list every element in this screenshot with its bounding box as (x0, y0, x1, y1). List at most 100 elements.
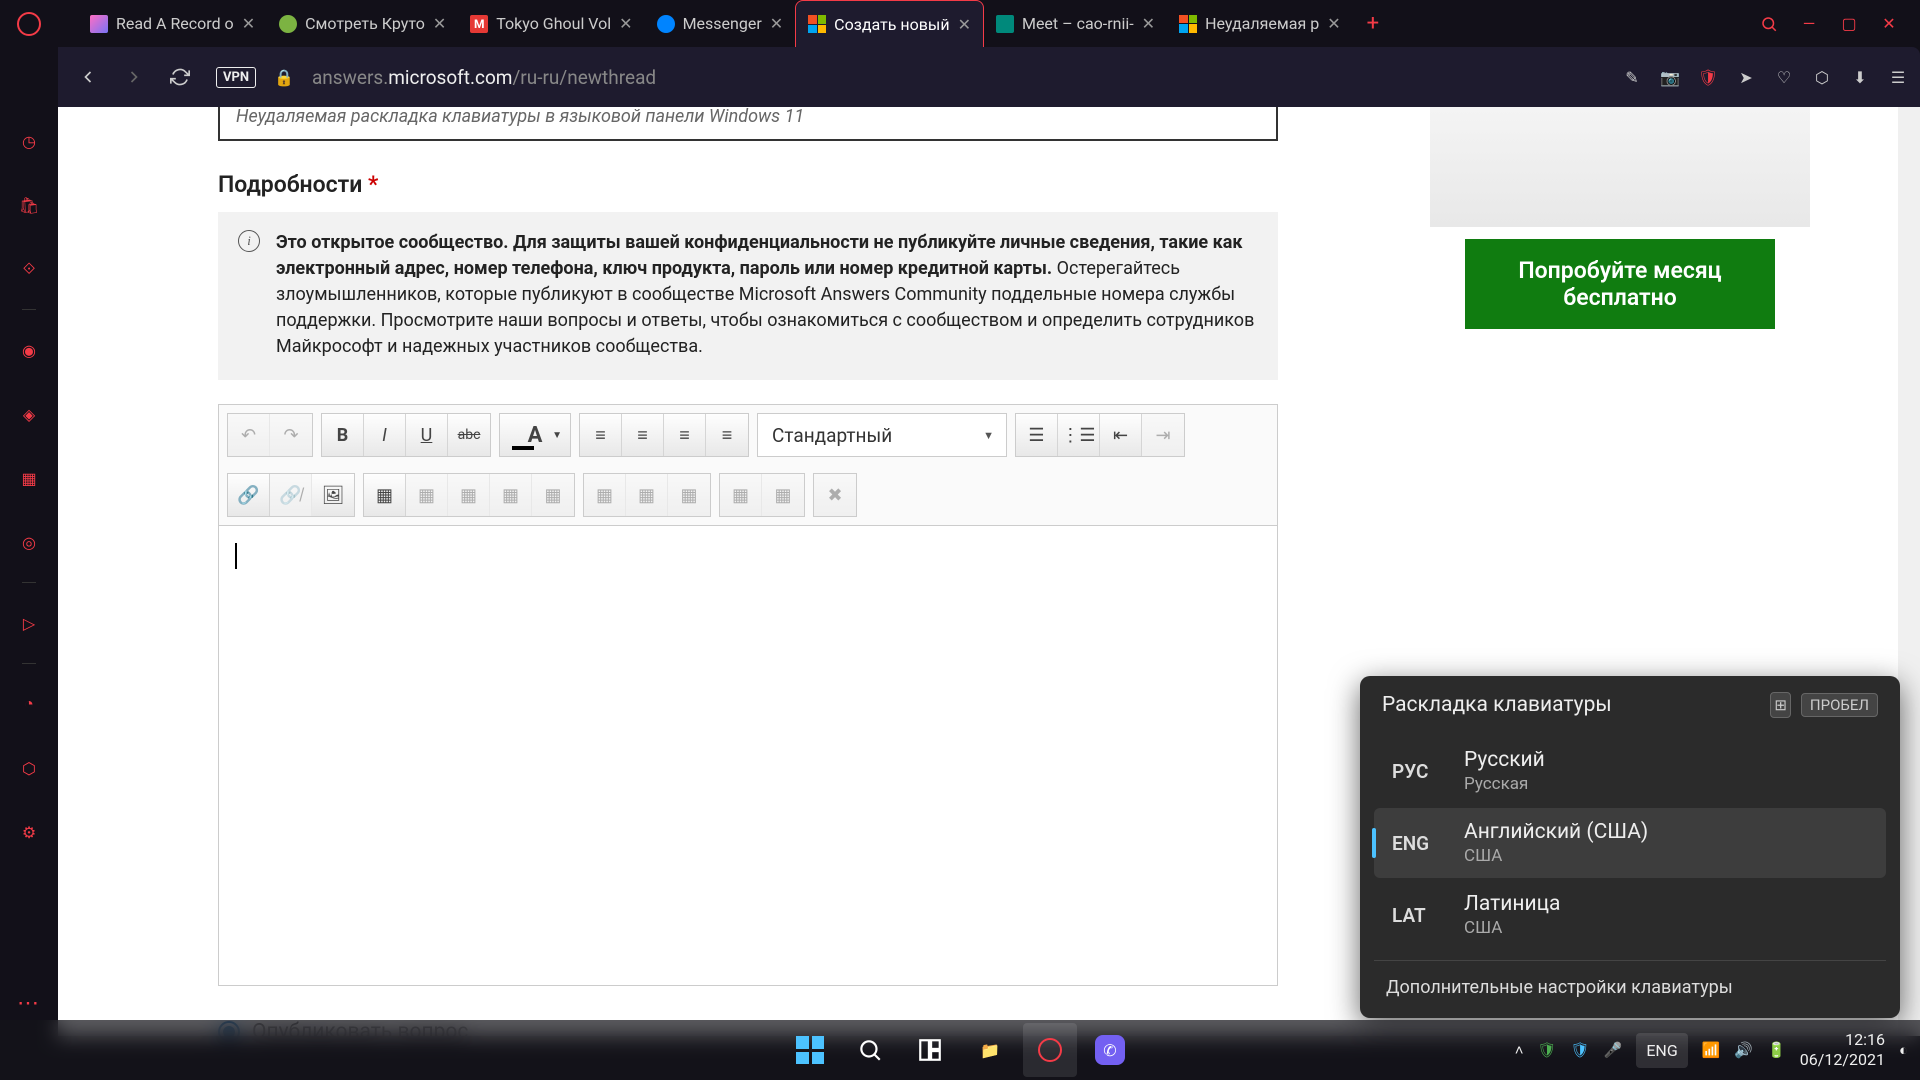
easy-setup-icon[interactable]: ☰ (1888, 67, 1908, 87)
start-button[interactable] (783, 1023, 837, 1077)
close-icon[interactable]: ✕ (770, 14, 783, 33)
unlink-button[interactable]: 🔗̸ (270, 474, 312, 516)
redo-button[interactable]: ↷ (270, 414, 312, 456)
tray-chevron-icon[interactable]: ˄ (1515, 1041, 1524, 1059)
layout-item-eng[interactable]: ENG Английский (США) США (1374, 808, 1886, 878)
ordered-list-button[interactable]: ☰ (1016, 414, 1058, 456)
outdent-button[interactable]: ⇤ (1100, 414, 1142, 456)
camera-icon[interactable]: 📷 (1660, 67, 1680, 87)
table-opt4-button[interactable]: ▦ (532, 474, 574, 516)
vpn-badge[interactable]: VPN (216, 67, 256, 88)
telegram-icon[interactable]: ◈ (15, 400, 43, 428)
more-keyboard-settings[interactable]: Дополнительные настройки клавиатуры (1368, 961, 1892, 1014)
table-opt3-button[interactable]: ▦ (490, 474, 532, 516)
instagram-icon[interactable]: ◎ (15, 528, 43, 556)
cell-opt4-button[interactable]: ▦ (720, 474, 762, 516)
viber-app[interactable]: ✆ (1083, 1023, 1137, 1077)
promo-cta-button[interactable]: Попробуйте месяц бесплатно (1465, 239, 1775, 329)
minimize-button[interactable]: — (1800, 15, 1818, 33)
shield-icon[interactable]: 🛡 (1698, 67, 1718, 87)
table-button[interactable]: ▦ (364, 474, 406, 516)
layout-item-rus[interactable]: РУС Русский Русская (1374, 736, 1886, 806)
search-tabs-button[interactable] (1760, 15, 1778, 33)
align-right-button[interactable]: ≡ (664, 414, 706, 456)
table-opt2-button[interactable]: ▦ (448, 474, 490, 516)
close-window-button[interactable]: ✕ (1880, 15, 1898, 33)
undo-button[interactable]: ↶ (228, 414, 270, 456)
download-icon[interactable]: ⬇ (1850, 67, 1870, 87)
close-icon[interactable]: ✕ (1142, 14, 1155, 33)
tray-security-icon[interactable]: 🛡 (1538, 1041, 1557, 1059)
tab-2[interactable]: M Tokyo Ghoul Vol ✕ (458, 0, 644, 47)
opera-menu-button[interactable] (0, 0, 58, 47)
align-justify-button[interactable]: ≡ (706, 414, 748, 456)
thread-title-input[interactable] (218, 107, 1278, 141)
editor-body[interactable] (218, 526, 1278, 986)
new-tab-button[interactable]: + (1353, 11, 1393, 36)
remove-format-button[interactable]: ✖ (814, 474, 856, 516)
cell-opt5-button[interactable]: ▦ (762, 474, 804, 516)
tab-0[interactable]: Read A Record o ✕ (78, 0, 267, 47)
tray-mic-icon[interactable]: 🎤 (1604, 1041, 1623, 1059)
close-icon[interactable]: ✕ (958, 15, 971, 34)
player-icon[interactable]: ▷ (15, 609, 43, 637)
close-icon[interactable]: ✕ (242, 14, 255, 33)
reload-button[interactable] (162, 59, 198, 95)
paragraph-format-select[interactable]: Стандартный (757, 413, 1007, 457)
back-button[interactable] (70, 59, 106, 95)
task-search-button[interactable] (843, 1023, 897, 1077)
file-explorer-app[interactable]: 📁 (963, 1023, 1017, 1077)
opera-app[interactable] (1023, 1023, 1077, 1077)
maximize-button[interactable]: ▢ (1840, 15, 1858, 33)
close-icon[interactable]: ✕ (619, 14, 632, 33)
forward-button[interactable] (116, 59, 152, 95)
twitch-icon[interactable]: ⟐ (15, 255, 43, 283)
cube-icon[interactable]: ⬡ (1812, 67, 1832, 87)
table-opt1-button[interactable]: ▦ (406, 474, 448, 516)
tab-3[interactable]: Messenger ✕ (645, 0, 796, 47)
close-icon[interactable]: ✕ (433, 14, 446, 33)
page-scrollbar[interactable] (1898, 107, 1920, 1036)
extensions-icon[interactable]: ⬡ (15, 754, 43, 782)
tab-6[interactable]: Неудаляемая р ✕ (1167, 0, 1353, 47)
unordered-list-button[interactable]: ⋮☰ (1058, 414, 1100, 456)
settings-icon[interactable]: ⚙ (15, 818, 43, 846)
history-icon[interactable]: ◔ (15, 690, 43, 718)
clock[interactable]: 12:16 06/12/2021 (1800, 1030, 1885, 1070)
tray-defender-icon[interactable]: 🛡 (1571, 1041, 1590, 1059)
url-field[interactable]: answers.microsoft.com/ru-ru/newthread (312, 66, 1612, 89)
layout-item-lat[interactable]: LAT Латиница США (1374, 880, 1886, 950)
link-button[interactable]: 🔗 (228, 474, 270, 516)
cell-opt2-button[interactable]: ▦ (626, 474, 668, 516)
notifications-icon[interactable]: ◐ (1899, 1041, 1908, 1059)
cell-opt1-button[interactable]: ▦ (584, 474, 626, 516)
lock-icon[interactable]: 🔒 (274, 68, 294, 87)
close-icon[interactable]: ✕ (1327, 14, 1340, 33)
send-icon[interactable]: ➤ (1736, 67, 1756, 87)
indent-button[interactable]: ⇥ (1142, 414, 1184, 456)
heart-icon[interactable]: ♡ (1774, 67, 1794, 87)
font-color-button[interactable]: A (500, 414, 570, 456)
image-button[interactable]: 🖼 (312, 474, 354, 516)
speed-icon[interactable]: ◷ (15, 127, 43, 155)
tab-4-active[interactable]: Создать новый ✕ (795, 0, 984, 47)
align-center-button[interactable]: ≡ (622, 414, 664, 456)
cell-opt3-button[interactable]: ▦ (668, 474, 710, 516)
bag-icon[interactable]: 🛍 (15, 191, 43, 219)
underline-button[interactable]: U (406, 414, 448, 456)
align-left-button[interactable]: ≡ (580, 414, 622, 456)
vk-icon[interactable]: ▦ (15, 464, 43, 492)
whatsapp-icon[interactable]: ◉ (15, 336, 43, 364)
tray-language-button[interactable]: ENG (1636, 1033, 1687, 1068)
italic-button[interactable]: I (364, 414, 406, 456)
tab-1[interactable]: Смотреть Круто ✕ (267, 0, 458, 47)
strikethrough-button[interactable]: abc (448, 414, 490, 456)
notes-icon[interactable]: ✎ (1622, 67, 1642, 87)
more-icon[interactable]: ⋯ (17, 991, 41, 1016)
tab-5[interactable]: Meet – cao-rnii- ✕ (984, 0, 1167, 47)
volume-icon[interactable]: 🔊 (1734, 1041, 1753, 1059)
wifi-icon[interactable]: 📶 (1702, 1041, 1721, 1059)
battery-icon[interactable]: 🔋 (1767, 1041, 1786, 1059)
task-view-button[interactable] (903, 1023, 957, 1077)
bold-button[interactable]: B (322, 414, 364, 456)
